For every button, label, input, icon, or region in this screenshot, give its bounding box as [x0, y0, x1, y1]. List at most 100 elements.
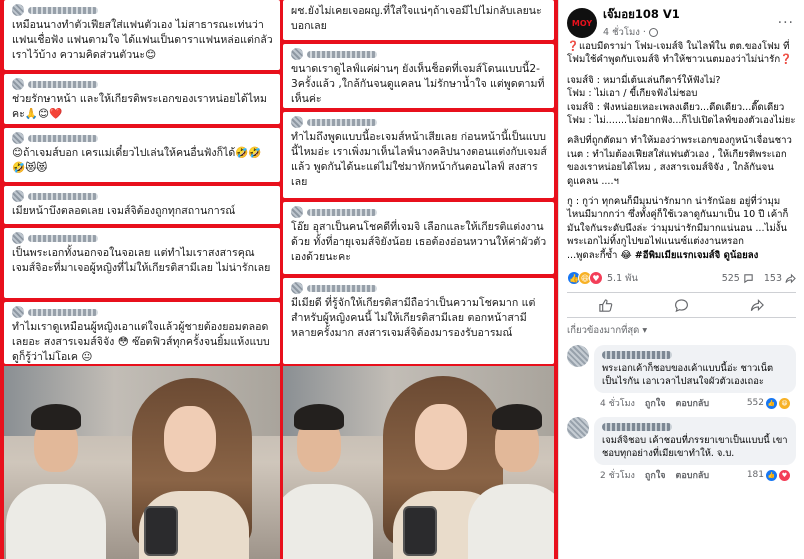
redacted-name: [307, 50, 377, 58]
collage-comment: เมียหน้าบึงตลอดเลย เจมส์จิต้องถูกทุกสถาน…: [4, 186, 280, 224]
comment-count[interactable]: 525: [722, 273, 754, 284]
comment-filter-dropdown[interactable]: เกี่ยวข้องมากที่สุด ▾: [559, 318, 804, 343]
avatar-logo-text: MOY: [571, 18, 593, 28]
redacted-name: [28, 134, 98, 142]
post-header: MOY เจ๊มอย108 V1 4 ชั่วโมง · ···: [559, 0, 804, 40]
blurred-avatar: [291, 282, 303, 294]
thumbs-up-icon: [598, 298, 612, 312]
blurred-avatar: [12, 306, 24, 318]
blurred-avatar: [291, 116, 303, 128]
share-count[interactable]: 153: [764, 273, 796, 284]
share-button[interactable]: [750, 297, 766, 313]
comment-collage-image: เหมือนนางทำตัวเฟียสใส่แฟนตัวเอง ไม่สาธาร…: [0, 0, 558, 559]
collage-comment-text: โอ๊ย อุสาเป็นคนโชคดีที่เจมจิ เลือกและให้…: [291, 221, 547, 263]
post-time[interactable]: 4 ชั่วโมง: [603, 25, 640, 40]
share-arrow-icon: [751, 298, 765, 311]
comment-footer: 4 ชั่วโมง ถูกใจ ตอบกลับ 552 👍 😆: [594, 393, 796, 415]
comment-column-right: ผช.ยังไม่เคยเจอผญ.ที่ใส่ใจแน่ๆถ้าเจอมีไป…: [283, 0, 554, 364]
comment-like-button[interactable]: ถูกใจ: [645, 396, 666, 410]
redacted-name: [307, 208, 377, 216]
post-body: ❓แอบมีดราม่า โฟม-เจมส์จิ ในไลฟ์ใน ตต.ของ…: [559, 40, 804, 262]
share-icon: [785, 273, 796, 283]
comment-icon: [744, 273, 753, 283]
post-paragraph: คลิปที่ถูกตัดมา ทำให้มองว่าพระเอกของกูหน…: [567, 135, 792, 187]
haha-reaction-icon: 😆: [779, 397, 790, 409]
commenter-avatar[interactable]: [567, 345, 589, 368]
like-reaction-icon: 👍: [766, 469, 777, 481]
commenter-avatar[interactable]: [567, 417, 589, 440]
collage-comment: มีเมียดี ที่รู้จักให้เกียรติสามีถือว่าเป…: [283, 278, 554, 364]
comment-bubble: พระเอกเค้าก็ชอบของเค้าแบบนี้อ่ะ ชาวเน็ตเ…: [594, 345, 796, 394]
collage-comment: ทำไมถึงพูดแบบนี้อะเจมส์หน้าเสียเลย ก่อนห…: [283, 112, 554, 198]
redacted-name: [28, 6, 98, 14]
collage-comment: ช่วยรักษาหน้า และให้เกียรติพระเอกของเราห…: [4, 74, 280, 124]
collage-comment: โอ๊ย อุสาเป็นคนโชคดีที่เจมจิ เลือกและให้…: [283, 202, 554, 274]
comment-count-value: 525: [721, 272, 740, 284]
collage-comment-text: ทำไมเราดูเหมือนผู้หญิงเอาแต่ใจแล้วผู้ชาย…: [12, 321, 270, 363]
collage-comment: 😊ถ้าเจมส์บอก เครแม่เดี๋ยวไปเล่นให้คนอื่น…: [4, 128, 280, 182]
live-screenshot-photo: [283, 366, 554, 559]
comment-reactions[interactable]: 552 👍 😆: [747, 397, 790, 409]
blurred-avatar: [12, 132, 24, 144]
facebook-post: MOY เจ๊มอย108 V1 4 ชั่วโมง · ··· ❓แอบมีด…: [558, 0, 804, 559]
post-paragraph: กู : กูว่า ทุกคนก็มีมุมน่ารักมาก น่ารักน…: [567, 195, 796, 262]
like-button[interactable]: [597, 297, 613, 313]
share-count-value: 153: [763, 272, 782, 284]
redacted-name: [28, 80, 98, 88]
speech-bubble-icon: [675, 298, 688, 312]
redacted-name: [28, 308, 98, 316]
comment-button[interactable]: [673, 297, 689, 313]
post-meta: 4 ชั่วโมง ·: [603, 25, 776, 40]
post-paragraph: ❓แอบมีดราม่า โฟม-เจมส์จิ ในไลฟ์ใน ตต.ของ…: [567, 41, 793, 66]
reaction-icons[interactable]: 👍 😆 ♥: [567, 271, 603, 286]
comment-react-count: 181: [746, 470, 764, 481]
reaction-count[interactable]: 5.1 พัน: [607, 271, 638, 286]
collage-comment-text: เป็นพระเอกทั้งนอกจอในจอเลย แต่ทำไมเราสงส…: [12, 247, 271, 274]
collage-comment: ทำไมเราดูเหมือนผู้หญิงเอาแต่ใจแล้วผู้ชาย…: [4, 302, 280, 364]
post-actions: [567, 292, 796, 319]
comment-footer: 2 ชั่วโมง ถูกใจ ตอบกลับ 181 👍 ♥: [594, 465, 796, 487]
collage-comment: เป็นพระเอกทั้งนอกจอในจอเลย แต่ทำไมเราสงส…: [4, 228, 280, 298]
page-avatar[interactable]: MOY: [567, 8, 597, 38]
post-stats: 👍 😆 ♥ 5.1 พัน 525 153: [559, 266, 804, 290]
love-reaction-icon: ♥: [779, 469, 790, 481]
post-paragraph: เจมส์จิ : หมามี่เต้นเล่นกีตาร์ให้ฟังไม่?…: [567, 74, 796, 127]
blurred-avatar: [12, 190, 24, 202]
comment-text: พระเอกเค้าก็ชอบของเค้าแบบนี้อ่ะ ชาวเน็ตเ…: [602, 363, 774, 388]
redacted-name: [307, 284, 377, 292]
page-name[interactable]: เจ๊มอย108 V1: [603, 6, 776, 24]
comment-reply-button[interactable]: ตอบกลับ: [676, 396, 710, 410]
redacted-commenter-name[interactable]: [602, 423, 672, 432]
collage-comment-text: มีเมียดี ที่รู้จักให้เกียรติสามีถือว่าเป…: [291, 297, 536, 339]
like-reaction-icon: 👍: [766, 397, 777, 409]
comment-column-left: เหมือนนางทำตัวเฟียสใส่แฟนตัวเอง ไม่สาธาร…: [4, 0, 280, 364]
love-reaction-icon: ♥: [589, 271, 603, 286]
blurred-avatar: [12, 78, 24, 90]
collage-comment: เหมือนนางทำตัวเฟียสใส่แฟนตัวเอง ไม่สาธาร…: [4, 0, 280, 70]
chevron-down-icon: ▾: [642, 325, 648, 337]
collage-comment: ขนาดเราดูไลฟ์แค่ผ่านๆ ยังเห็นช็อตที่เจมส…: [283, 44, 554, 108]
filter-label: เกี่ยวข้องมากที่สุด: [567, 325, 640, 337]
comment-time[interactable]: 2 ชั่วโมง: [600, 468, 635, 482]
comment-text: เจมส์จิชอบ เค้าชอบที่ภรรยาเขาเป็นแบบนี้ …: [602, 435, 788, 460]
redacted-name: [28, 192, 98, 200]
collage-comment-text: เมียหน้าบึงตลอดเลย เจมส์จิต้องถูกทุกสถาน…: [12, 205, 236, 217]
comment-like-button[interactable]: ถูกใจ: [645, 468, 666, 482]
globe-icon: [648, 28, 658, 37]
comment-bubble: เจมส์จิชอบ เค้าชอบที่ภรรยาเขาเป็นแบบนี้ …: [594, 417, 796, 466]
comment-item: พระเอกเค้าก็ชอบของเค้าแบบนี้อ่ะ ชาวเน็ตเ…: [559, 343, 804, 415]
redacted-commenter-name[interactable]: [602, 351, 672, 360]
collage-comment-text: 😊ถ้าเจมส์บอก เครแม่เดี๋ยวไปเล่นให้คนอื่น…: [12, 147, 262, 174]
redacted-name: [28, 234, 98, 242]
comment-reactions[interactable]: 181 👍 ♥: [746, 469, 790, 481]
comment-time[interactable]: 4 ชั่วโมง: [600, 396, 635, 410]
comment-reply-button[interactable]: ตอบกลับ: [676, 468, 710, 482]
collage-comment-text: ทำไมถึงพูดแบบนี้อะเจมส์หน้าเสียเลย ก่อนห…: [291, 131, 547, 188]
collage-comment-text: เหมือนนางทำตัวเฟียสใส่แฟนตัวเอง ไม่สาธาร…: [12, 19, 273, 61]
collage-comment-text: ช่วยรักษาหน้า และให้เกียรติพระเอกของเราห…: [12, 93, 267, 120]
hashtag-link[interactable]: #อีพิมเมียแรกเจมส์จิ ดูน้อยลง: [635, 250, 759, 261]
more-options-icon[interactable]: ···: [776, 15, 796, 31]
collage-comment-text: ขนาดเราดูไลฟ์แค่ผ่านๆ ยังเห็นช็อตที่เจมส…: [291, 63, 545, 105]
blurred-avatar: [12, 232, 24, 244]
blurred-avatar: [12, 4, 24, 16]
